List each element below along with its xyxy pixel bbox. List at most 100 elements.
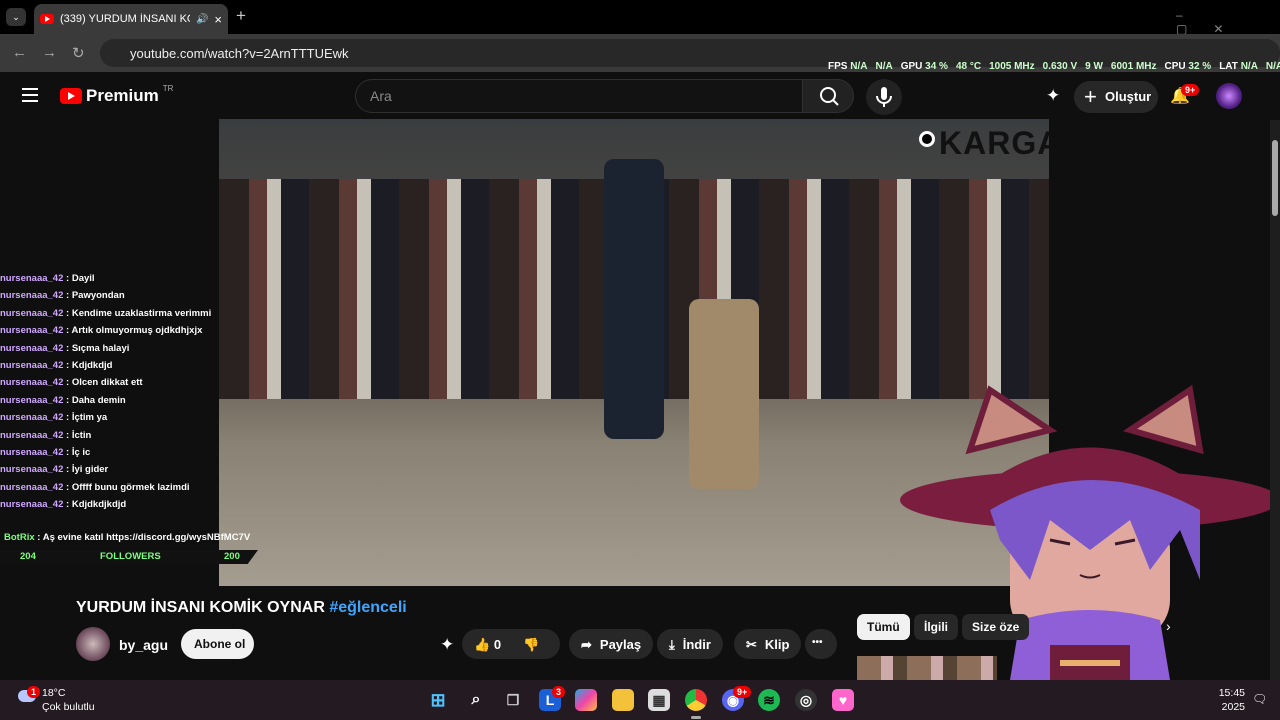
voice-search-button[interactable]: [866, 79, 902, 115]
overlay-label: FPS: [828, 61, 848, 72]
overlay-metric: 9 W: [1085, 61, 1103, 72]
subscribe-button[interactable]: Abone ol: [181, 629, 254, 659]
chat-username: nursenaaa_42: [0, 360, 64, 372]
notification-center-icon[interactable]: 🗨: [1252, 692, 1267, 706]
video-title-text: YURDUM İNSANI KOMİK OYNAR: [76, 599, 325, 616]
overlay-value: N/A: [1240, 61, 1258, 72]
task-view-icon[interactable]: ❐: [502, 689, 524, 711]
dislike-icon[interactable]: 👎: [523, 637, 539, 659]
overlay-metric: 0.630 V: [1043, 61, 1077, 72]
overlay-value: N/A: [1265, 61, 1280, 72]
search-input[interactable]: Ara: [355, 79, 803, 113]
like-button[interactable]: 👍 0: [474, 637, 501, 659]
browser-tab-active[interactable]: (339) YURDUM İNSANI KOMİK 🔊 ×: [34, 4, 228, 34]
tab-search-button[interactable]: ⌄: [6, 8, 26, 26]
weather-badge: 1: [27, 686, 41, 698]
chat-message: nursenaaa_42 : Kendime uzaklastirma veri…: [0, 307, 212, 319]
chat-text: Kdjdkdjd: [71, 360, 113, 372]
windows-taskbar: [0, 680, 1280, 720]
share-button[interactable]: ➦ Paylaş: [569, 629, 654, 659]
video-title: YURDUM İNSANI KOMİK OYNAR #eğlenceli: [76, 599, 407, 617]
like-dislike-group: 👍 0 👎: [462, 629, 560, 659]
close-tab-icon[interactable]: ×: [214, 12, 222, 27]
gemini-sparkle-icon[interactable]: ✦: [1046, 86, 1060, 106]
chevron-right-icon[interactable]: ›: [1166, 618, 1171, 634]
youtube-favicon-icon: [40, 14, 54, 24]
like-count: 0: [493, 637, 502, 652]
reload-icon[interactable]: ↻: [72, 44, 85, 62]
chat-overlay: nursenaaa_42 : Dayil nursenaaa_42 : Pawyo…: [0, 270, 262, 514]
overlay-value: 1005 MHz: [989, 61, 1035, 72]
search-taskbar-icon[interactable]: ⌕: [465, 689, 487, 711]
related-video-thumbnail[interactable]: [857, 656, 997, 680]
chrome-active-indicator: [691, 716, 701, 719]
url-text: youtube.com/watch?v=2ArnTTTUEwk: [130, 46, 349, 61]
chat-text: İyi gider: [71, 464, 109, 476]
overlay-metric: FPS N/A: [828, 61, 867, 72]
notification-badge: 9+: [1181, 84, 1200, 96]
chrome-icon[interactable]: [685, 689, 707, 711]
clip-label: Klip: [764, 637, 790, 652]
overlay-metric: N/A: [875, 61, 892, 72]
hashtag-link[interactable]: #eğlenceli: [329, 599, 406, 616]
spotify-icon[interactable]: ≋: [758, 689, 780, 711]
channel-name[interactable]: by_agu: [119, 637, 168, 653]
chat-message: nursenaaa_42 : Olcen dikkat ett: [0, 377, 143, 389]
chat-username: nursenaaa_42: [0, 290, 64, 302]
overlay-value: N/A: [875, 61, 893, 72]
overlay-label: LAT: [1219, 61, 1238, 72]
microphone-icon: [876, 87, 892, 107]
chip-all[interactable]: Tümü: [857, 614, 910, 640]
bot-text: Aş evine katıl https://discord.gg/wysNBf…: [42, 532, 251, 543]
obs-icon[interactable]: ◎: [795, 689, 817, 711]
chat-message: nursenaaa_42 : Kdjdkdjkdjd: [0, 499, 127, 511]
channel-avatar[interactable]: [76, 627, 110, 661]
file-explorer-icon[interactable]: [612, 689, 634, 711]
chat-message: nursenaaa_42 : İç ic: [0, 447, 91, 459]
vtuber-app-icon[interactable]: ♥: [832, 689, 854, 711]
chip-related[interactable]: İlgili: [914, 614, 958, 640]
audio-playing-icon[interactable]: 🔊: [196, 14, 208, 25]
search-button[interactable]: [802, 79, 854, 113]
system-clock[interactable]: 15:45 2025: [1212, 686, 1245, 714]
chat-username: nursenaaa_42: [0, 429, 64, 441]
create-button[interactable]: Oluştur: [1074, 81, 1158, 113]
clock-date: 2025: [1221, 701, 1245, 713]
chat-message: nursenaaa_42 : Sıçma halayi: [0, 342, 130, 354]
copilot-icon[interactable]: [575, 689, 597, 711]
followers-current: 204: [20, 551, 36, 562]
chat-text: Pawyondan: [71, 290, 125, 302]
chat-username: nursenaaa_42: [0, 307, 64, 319]
download-icon: ⤓: [669, 637, 675, 652]
browser-tab-bar: ⌄ (339) YURDUM İNSANI KOMİK 🔊 × + –▢✕: [0, 0, 1280, 36]
outlook-badge: 3: [552, 686, 566, 698]
more-actions-button[interactable]: •••: [805, 629, 837, 659]
clip-button[interactable]: ✂ Klip: [734, 629, 802, 659]
chat-message: nursenaaa_42 : İctin: [0, 429, 92, 441]
chat-text: Dayil: [71, 273, 95, 284]
download-button[interactable]: ⤓ İndir: [657, 629, 723, 659]
chip-for-you[interactable]: Size öze: [962, 614, 1030, 640]
chat-message: nursenaaa_42 : Dayil: [0, 273, 95, 284]
bot-name: BotRix: [4, 532, 35, 543]
back-arrow-icon[interactable]: ←: [12, 44, 27, 61]
account-avatar[interactable]: [1216, 83, 1242, 109]
scrollbar-thumb[interactable]: [1272, 140, 1278, 216]
microsoft-store-icon[interactable]: ▦: [648, 689, 670, 711]
chat-message: nursenaaa_42 : Daha demin: [0, 394, 126, 406]
clock-time: 15:45: [1218, 687, 1245, 699]
youtube-logo[interactable]: Premium TR: [60, 84, 173, 106]
chat-username: nursenaaa_42: [0, 412, 64, 424]
chat-text: Offff bunu görmek lazimdi: [71, 481, 190, 493]
new-tab-button[interactable]: +: [236, 6, 246, 26]
search-icon: [820, 87, 839, 106]
ask-sparkle-icon[interactable]: ✦: [440, 635, 454, 655]
followers-label: FOLLOWERS: [100, 551, 161, 562]
forward-arrow-icon[interactable]: →: [42, 44, 57, 61]
windows-start-icon[interactable]: ⊞: [427, 689, 449, 711]
overlay-value: 48 °C: [955, 61, 982, 72]
watermark-logo-icon: [919, 131, 935, 147]
chat-text: Daha demin: [71, 394, 126, 406]
chat-text: Sıçma halayi: [71, 342, 130, 354]
menu-icon[interactable]: [22, 88, 38, 102]
